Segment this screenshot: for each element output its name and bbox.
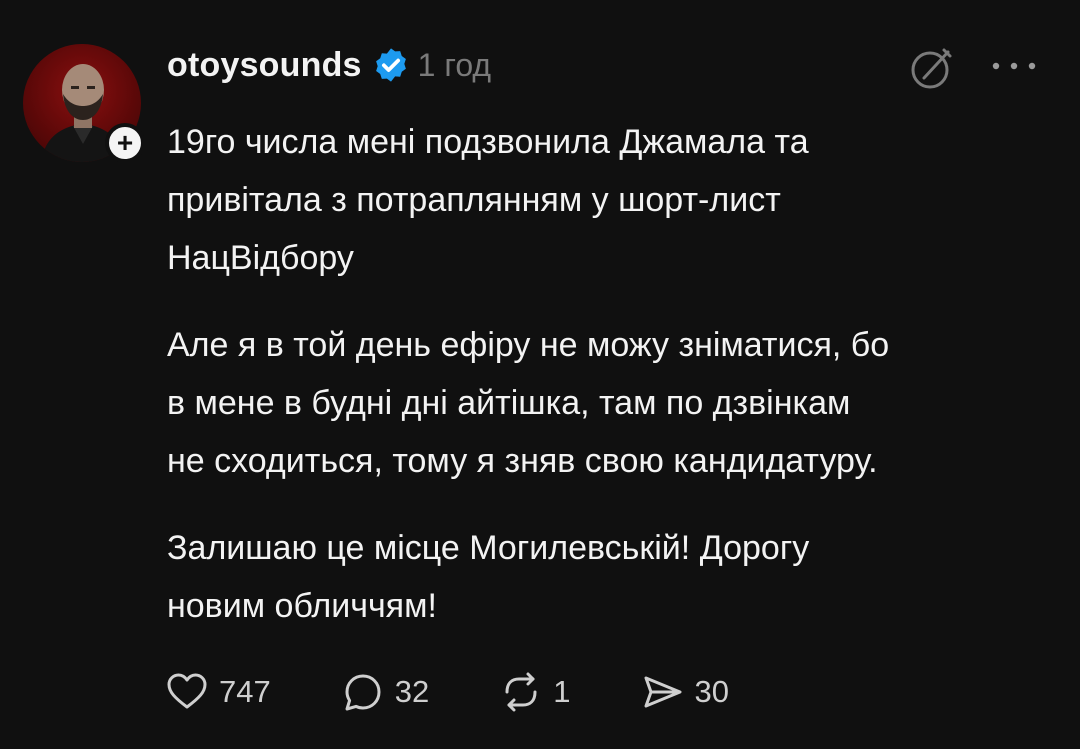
plus-icon: + bbox=[116, 127, 134, 158]
comment-count: 32 bbox=[394, 674, 430, 709]
comment-button[interactable]: 32 bbox=[341, 670, 429, 714]
share-count: 30 bbox=[694, 674, 729, 709]
follow-button[interactable]: + bbox=[105, 123, 145, 163]
share-icon bbox=[644, 676, 682, 708]
post-body: 19го числа мені подзвонила Джамала та пр… bbox=[167, 113, 1067, 664]
repost-button[interactable]: 1 bbox=[499, 670, 570, 714]
comment-icon bbox=[345, 674, 381, 711]
post-paragraph: Залишаю це місце Могилевській! Дорогу но… bbox=[167, 529, 810, 625]
post-actions: 747 32 1 30 bbox=[165, 664, 799, 720]
avatar-container[interactable]: + bbox=[23, 44, 145, 163]
repost-icon bbox=[505, 672, 537, 712]
heart-icon bbox=[167, 673, 207, 709]
username[interactable]: otoysounds bbox=[167, 46, 362, 85]
share-button[interactable]: 30 bbox=[640, 670, 729, 714]
post-header: otoysounds 1 год bbox=[167, 40, 491, 90]
post-paragraph: Але я в той день ефіру не можу зніматися… bbox=[167, 326, 890, 480]
like-count: 747 bbox=[219, 674, 271, 709]
post-time: 1 год bbox=[417, 46, 492, 83]
post-paragraph: 19го числа мені подзвонила Джамала та пр… bbox=[167, 123, 809, 277]
more-icon[interactable] bbox=[988, 56, 1040, 76]
repost-count: 1 bbox=[553, 674, 571, 709]
edit-icon[interactable] bbox=[908, 44, 956, 92]
like-button[interactable]: 747 bbox=[165, 670, 271, 714]
verified-badge-icon bbox=[375, 48, 406, 82]
